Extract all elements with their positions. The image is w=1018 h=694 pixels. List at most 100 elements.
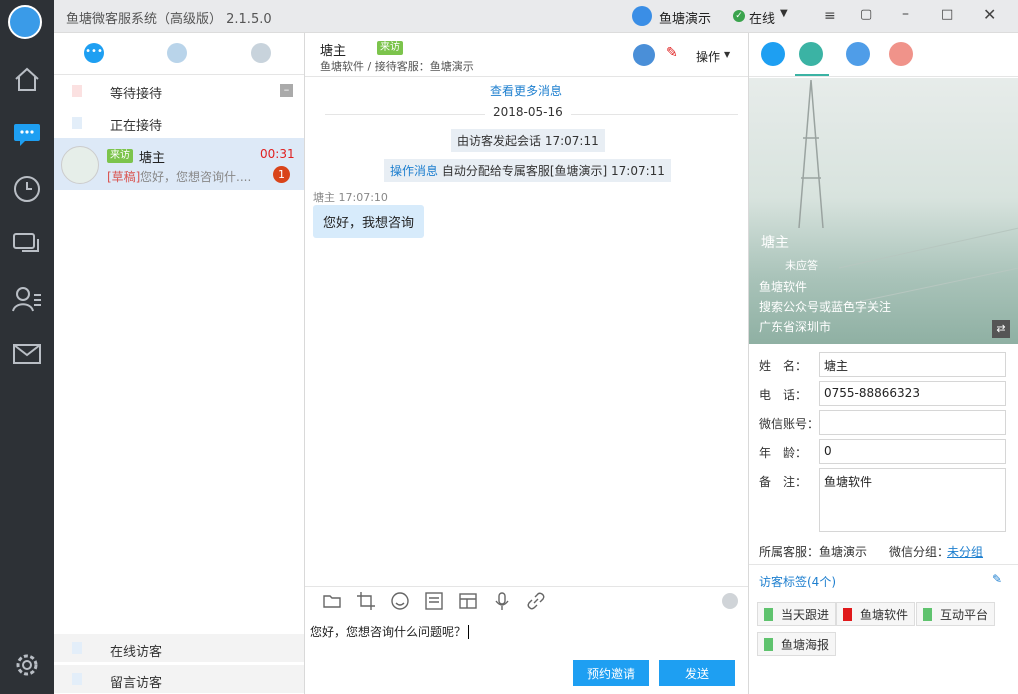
quick-reply-icon[interactable] <box>424 591 444 611</box>
close-icon[interactable]: ✕ <box>983 5 996 24</box>
serving-section[interactable]: 正在接待 <box>54 109 304 137</box>
active-tab-underline <box>795 74 829 76</box>
folder-icon[interactable] <box>322 591 342 611</box>
tag-item[interactable]: 当天跟进 <box>757 602 837 626</box>
chat-header: 塘主 来访 鱼塘软件 / 接待客服：鱼塘演示 ✎ 操作 ▼ <box>305 33 748 77</box>
profile-description: 搜索公众号或蓝色字关注 <box>759 300 892 314</box>
title-bar: 鱼塘微客服系统（高级版） 2.1.5.0 鱼塘演示 ✓ 在线 ▼ ≡ ▢ – □… <box>0 0 1018 33</box>
operation-text: 自动分配给专属客服[鱼塘演示] 17:07:11 <box>441 164 665 178</box>
age-field[interactable]: 0 <box>819 439 1006 464</box>
invite-button[interactable]: 预约邀请 <box>573 660 649 686</box>
restore-icon[interactable]: ▢ <box>860 7 872 22</box>
phone-label: 电 话： <box>759 388 808 402</box>
settings-icon[interactable] <box>8 646 46 684</box>
send-button[interactable]: 发送 <box>659 660 735 686</box>
group-link[interactable]: 未分组 <box>947 543 983 560</box>
conversation-tabs: ••• <box>54 33 304 75</box>
tag-item[interactable]: 鱼塘海报 <box>757 632 837 656</box>
microphone-icon[interactable] <box>492 591 512 611</box>
chat-visitor-name: 塘主 <box>320 44 347 59</box>
home-icon[interactable] <box>8 60 46 98</box>
tag-color <box>764 637 773 651</box>
age-label: 年 龄： <box>759 446 808 460</box>
edit-tags-icon[interactable]: ✎ <box>992 572 1002 586</box>
name-field[interactable]: 塘主 <box>819 352 1006 377</box>
conversation-panel: ••• 等待接待 – 正在接待 来访 塘主 00:31 [草稿] 您好，您想咨询… <box>54 33 305 694</box>
minimize-icon[interactable]: – <box>902 6 909 22</box>
tags-divider <box>749 564 1018 565</box>
online-marker <box>72 642 82 654</box>
wechat-field[interactable] <box>819 410 1006 435</box>
visitor-avatar <box>61 146 99 184</box>
tag-color <box>764 607 773 621</box>
profile-tabs <box>749 33 1018 77</box>
conversation-item[interactable]: 来访 塘主 00:31 [草稿] 您好，您想咨询什.... 1 <box>54 138 304 190</box>
status-select[interactable]: 在线 <box>749 8 775 27</box>
phone-field[interactable]: 0755-88866323 <box>819 381 1006 406</box>
wechat-label: 微信账号： <box>759 417 820 431</box>
link-icon[interactable] <box>526 591 546 611</box>
robot-icon[interactable] <box>720 591 740 611</box>
message-input-text: 您好，您想咨询什么问题呢？ <box>310 625 467 639</box>
menu-icon[interactable]: ≡ <box>824 8 836 24</box>
online-visitors-section[interactable]: 在线访客 <box>54 634 304 662</box>
profile-status: 未应答 <box>785 259 818 272</box>
chat-icon[interactable] <box>8 115 46 153</box>
refresh-icon[interactable]: ⇄ <box>992 320 1010 338</box>
tag-color <box>843 607 852 621</box>
profile-banner: 塘主 未应答 鱼塘软件 搜索公众号或蓝色字关注 广东省深圳市 ⇄ <box>749 78 1018 344</box>
profile-name: 塘主 <box>761 235 789 251</box>
tag-item[interactable]: 互动平台 <box>916 602 996 626</box>
tag-item[interactable]: 鱼塘软件 <box>836 602 916 626</box>
account-avatar[interactable] <box>632 6 652 26</box>
message-preview: 您好，您想咨询什.... <box>140 170 252 184</box>
online-label: 在线访客 <box>110 645 163 660</box>
account-name[interactable]: 鱼塘演示 <box>659 8 711 27</box>
tags-title: 访客标签(4个) <box>759 575 836 589</box>
tab-contacts-icon[interactable] <box>251 43 271 63</box>
maximize-icon[interactable]: □ <box>941 7 953 22</box>
emoji-icon[interactable] <box>390 591 410 611</box>
note-label: 备 注： <box>759 475 808 489</box>
tag-label: 鱼塘软件 <box>860 607 909 622</box>
operations-menu[interactable]: 操作 <box>696 48 720 65</box>
profile-company: 鱼塘软件 <box>759 280 808 294</box>
message-meta: 塘主 17:07:10 <box>313 191 388 204</box>
mail-icon[interactable] <box>8 335 46 373</box>
waiting-label: 等待接待 <box>110 87 163 102</box>
chat-visit-badge: 来访 <box>377 41 403 55</box>
contacts-icon[interactable] <box>8 280 46 318</box>
tab-mail-icon[interactable] <box>846 42 870 66</box>
input-toolbar <box>305 586 748 587</box>
message-input[interactable]: 您好，您想咨询什么问题呢？ <box>310 623 740 653</box>
tab-history-icon[interactable] <box>167 43 187 63</box>
waiting-section[interactable]: 等待接待 – <box>54 77 304 105</box>
group-icon[interactable] <box>633 44 655 66</box>
pin-icon[interactable]: ✎ <box>666 45 678 61</box>
note-field[interactable]: 鱼塘软件 <box>819 468 1006 532</box>
app-title: 鱼塘微客服系统（高级版） 2.1.5.0 <box>66 12 272 27</box>
profile-location: 广东省深圳市 <box>759 320 832 334</box>
operation-label: 操作消息 <box>390 164 439 178</box>
crop-icon[interactable] <box>356 591 376 611</box>
tag-label: 鱼塘海报 <box>781 637 830 652</box>
system-message: 由访客发起会话 17:07:11 <box>451 129 605 152</box>
history-icon[interactable] <box>8 170 46 208</box>
visitor-name: 塘主 <box>139 151 166 166</box>
comments-icon[interactable] <box>8 225 46 263</box>
message-visitors-section[interactable]: 留言访客 <box>54 665 304 693</box>
tab-chats-icon[interactable]: ••• <box>84 43 104 63</box>
card-icon[interactable] <box>458 591 478 611</box>
ops-chevron-icon[interactable]: ▼ <box>724 50 730 59</box>
collapse-icon[interactable]: – <box>280 84 293 97</box>
message-marker <box>72 673 82 685</box>
load-more-link[interactable]: 查看更多消息 <box>490 82 562 99</box>
tag-color <box>923 607 932 621</box>
tab-bookmark-icon[interactable] <box>889 42 913 66</box>
chevron-down-icon[interactable]: ▼ <box>780 8 788 19</box>
tab-chat-icon[interactable] <box>761 42 785 66</box>
operation-message: 操作消息 自动分配给专属客服[鱼塘演示] 17:07:11 <box>384 159 671 182</box>
visit-badge: 来访 <box>107 149 133 163</box>
group-label: 微信分组： <box>889 545 950 559</box>
tab-profile-icon[interactable] <box>799 42 823 66</box>
